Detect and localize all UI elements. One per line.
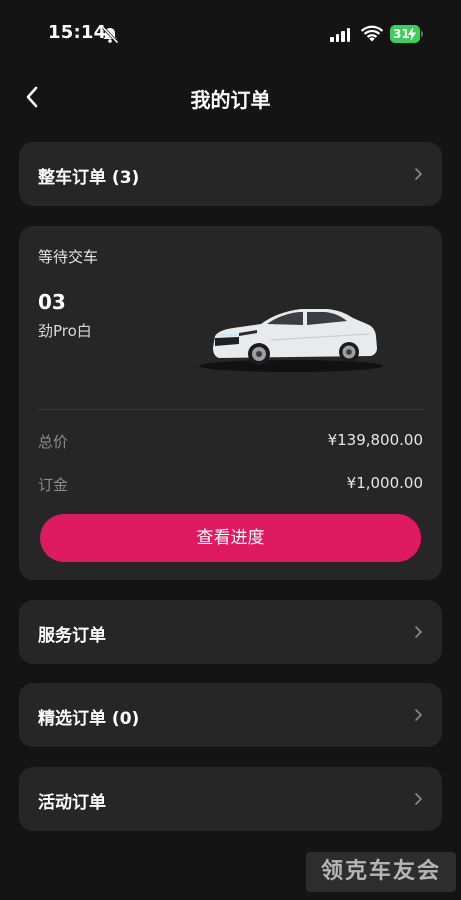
vehicle-model: 劲Pro白 bbox=[38, 322, 92, 340]
bell-muted-icon bbox=[101, 26, 119, 44]
vehicle-orders-row[interactable]: 整车订单 (3) bbox=[19, 142, 442, 206]
charging-icon bbox=[408, 27, 416, 41]
nav-bar: 我的订单 bbox=[0, 70, 461, 124]
battery-tip bbox=[421, 31, 423, 37]
total-price-label: 总价 bbox=[38, 433, 69, 451]
order-card: 等待交车 03 劲Pro白 总价 ¥139,800.00 订金 ¥1,000.0… bbox=[19, 226, 442, 580]
watermark: 领克车友会 bbox=[306, 852, 456, 892]
chevron-right-icon bbox=[415, 168, 423, 180]
chevron-right-icon bbox=[415, 709, 423, 721]
service-orders-row[interactable]: 服务订单 bbox=[19, 600, 442, 664]
order-number: 03 bbox=[38, 290, 66, 314]
selected-orders-row[interactable]: 精选订单 (0) bbox=[19, 683, 442, 747]
status-time: 15:14 bbox=[48, 22, 107, 43]
car-image bbox=[199, 309, 383, 372]
divider bbox=[38, 409, 423, 410]
battery-indicator: 31 bbox=[390, 25, 420, 43]
chevron-right-icon bbox=[415, 793, 423, 805]
view-progress-button[interactable]: 查看进度 bbox=[40, 514, 421, 562]
signal-icon bbox=[330, 26, 350, 42]
chevron-right-icon bbox=[415, 626, 423, 638]
total-price-value: ¥139,800.00 bbox=[327, 431, 423, 449]
wifi-icon bbox=[360, 25, 384, 42]
selected-orders-label: 精选订单 (0) bbox=[38, 709, 140, 729]
page-title: 我的订单 bbox=[190, 88, 271, 112]
vehicle-orders-label: 整车订单 (3) bbox=[38, 168, 140, 188]
activity-orders-row[interactable]: 活动订单 bbox=[19, 767, 442, 831]
order-status: 等待交车 bbox=[38, 248, 99, 266]
status-bar: 15:14 31 bbox=[0, 0, 461, 70]
deposit-label: 订金 bbox=[38, 476, 69, 494]
service-orders-label: 服务订单 bbox=[38, 626, 106, 646]
deposit-value: ¥1,000.00 bbox=[346, 474, 423, 492]
activity-orders-label: 活动订单 bbox=[38, 793, 106, 813]
